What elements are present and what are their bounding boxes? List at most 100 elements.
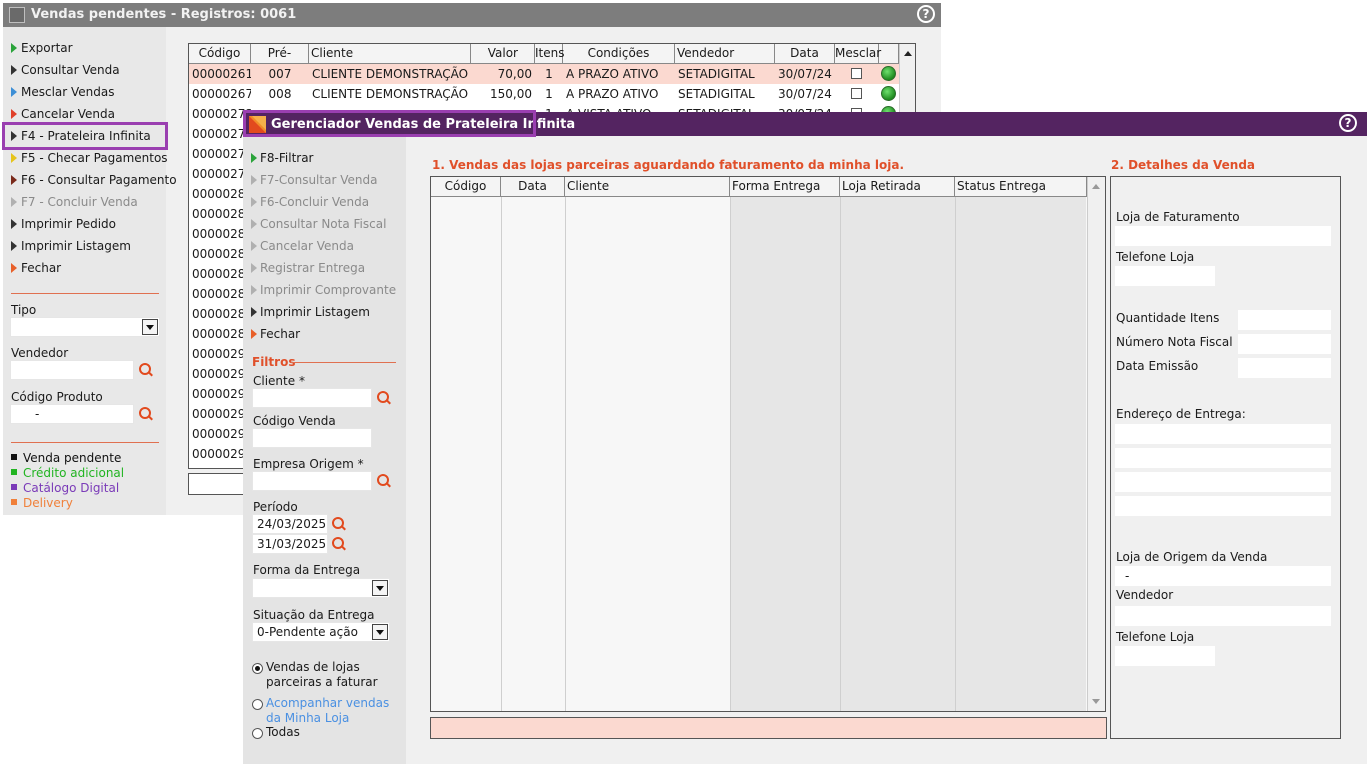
col-header-condicoes[interactable]: Condições bbox=[563, 44, 675, 64]
arrow-icon bbox=[251, 219, 257, 229]
radio-label[interactable]: Acompanhar vendas da Minha Loja bbox=[266, 696, 401, 726]
table-row[interactable]: 00000261 007 CLIENTE DEMONSTRAÇÃO 70,00 1 A P… bbox=[189, 64, 899, 84]
codigo-venda-input[interactable] bbox=[252, 428, 372, 448]
scroll-up-icon[interactable] bbox=[904, 51, 912, 56]
help-icon[interactable]: ? bbox=[917, 5, 935, 23]
menu-item-label: F6 - Consultar Pagamento bbox=[21, 173, 177, 187]
menu-item[interactable]: Fechar bbox=[251, 327, 300, 341]
vertical-scrollbar[interactable] bbox=[1087, 177, 1105, 711]
menu-item[interactable]: Imprimir Listagem bbox=[11, 239, 131, 257]
menu-item[interactable]: F7-Consultar Venda bbox=[251, 173, 377, 187]
vendedor-label: Vendedor bbox=[1116, 588, 1174, 602]
help-icon[interactable]: ? bbox=[1339, 114, 1357, 132]
radio-label[interactable]: Todas bbox=[266, 725, 401, 740]
endereco-entrega-label: Endereço de Entrega: bbox=[1116, 407, 1246, 421]
menu-item[interactable]: Mesclar Vendas bbox=[11, 85, 115, 103]
situacao-entrega-select[interactable]: 0-Pendente ação bbox=[252, 622, 390, 642]
menu-item[interactable]: F6-Concluir Venda bbox=[251, 195, 369, 209]
col-header-mesclar[interactable]: Mesclar bbox=[835, 44, 881, 64]
status-green-dot-icon bbox=[881, 86, 896, 101]
periodo-fim-input[interactable]: 31/03/2025 bbox=[252, 534, 328, 554]
col-header-codigo[interactable]: Código bbox=[431, 177, 501, 197]
menu-item[interactable]: F7 - Concluir Venda bbox=[11, 195, 138, 213]
highlight-fg-title bbox=[243, 110, 536, 137]
search-icon[interactable] bbox=[332, 537, 346, 551]
cell-data: 30/07/24 bbox=[778, 67, 832, 81]
status-bar-input[interactable] bbox=[430, 717, 1107, 739]
menu-item-label: Imprimir Listagem bbox=[21, 239, 131, 253]
col-header-cliente[interactable]: Cliente bbox=[565, 177, 730, 197]
table-header: Código Data Cliente Forma Entrega Loja R… bbox=[431, 177, 1087, 197]
search-icon[interactable] bbox=[332, 517, 346, 531]
mesclar-checkbox[interactable] bbox=[851, 68, 862, 79]
menu-item[interactable]: Imprimir Pedido bbox=[11, 217, 116, 235]
col-header-status-entrega[interactable]: Status Entrega bbox=[955, 177, 1087, 197]
menu-item[interactable]: Consultar Nota Fiscal bbox=[251, 217, 386, 231]
legend-label: Catálogo Digital bbox=[23, 481, 120, 495]
col-header-data[interactable]: Data bbox=[775, 44, 835, 64]
menu-item[interactable]: Cancelar Venda bbox=[251, 239, 354, 253]
cell-codigo: 00000261 bbox=[192, 67, 251, 81]
chevron-down-icon[interactable] bbox=[142, 319, 158, 335]
col-header-codigo[interactable]: Código bbox=[189, 44, 251, 64]
tipo-select[interactable] bbox=[10, 317, 160, 337]
legend-swatch bbox=[11, 469, 17, 475]
cliente-input[interactable] bbox=[252, 388, 372, 408]
codigo-produto-input[interactable]: - bbox=[10, 404, 134, 424]
search-icon[interactable] bbox=[377, 474, 391, 488]
menu-item[interactable]: Exportar bbox=[11, 41, 73, 59]
bg-status-input[interactable] bbox=[188, 473, 248, 495]
empresa-origem-input[interactable] bbox=[252, 471, 372, 491]
radio-button[interactable] bbox=[252, 699, 263, 710]
menu-item[interactable]: Imprimir Listagem bbox=[251, 305, 370, 319]
menu-item[interactable]: F6 - Consultar Pagamento bbox=[11, 173, 177, 191]
col-header-valor[interactable]: Valor bbox=[471, 44, 535, 64]
col-header-data[interactable]: Data bbox=[501, 177, 565, 197]
radio-label[interactable]: Vendas de lojas parceiras a faturar bbox=[266, 660, 401, 690]
chevron-down-icon[interactable] bbox=[372, 580, 388, 596]
menu-item[interactable]: F8-Filtrar bbox=[251, 151, 314, 165]
col-header-itens[interactable]: Itens bbox=[535, 44, 564, 64]
quantidade-itens-field bbox=[1238, 310, 1331, 330]
vendas-parceiras-table: Código Data Cliente Forma Entrega Loja R… bbox=[430, 176, 1106, 712]
cell-prevenda: 008 bbox=[268, 87, 292, 101]
forma-entrega-select[interactable] bbox=[252, 578, 390, 598]
divider bbox=[11, 442, 159, 443]
cell-codigo: 00000284 bbox=[192, 267, 251, 281]
prateleira-infinita-window: Gerenciador Vendas de Prateleira Infinit… bbox=[243, 112, 1367, 764]
menu-item[interactable]: F5 - Checar Pagamentos bbox=[11, 151, 168, 169]
legend-item: Delivery bbox=[11, 496, 73, 510]
col-header-forma-entrega[interactable]: Forma Entrega bbox=[730, 177, 840, 197]
menu-item[interactable]: Imprimir Comprovante bbox=[251, 283, 396, 297]
telefone-loja-field bbox=[1115, 266, 1215, 286]
arrow-icon bbox=[11, 43, 17, 53]
menu-item[interactable]: Consultar Venda bbox=[11, 63, 120, 81]
col-header-vendedor[interactable]: Vendedor bbox=[675, 44, 775, 64]
scroll-down-icon[interactable] bbox=[1092, 699, 1100, 704]
vendedor-input[interactable] bbox=[10, 360, 134, 380]
menu-item-label: Registrar Entrega bbox=[260, 261, 366, 275]
menu-item[interactable]: Fechar bbox=[11, 261, 61, 279]
col-header-loja-retirada[interactable]: Loja Retirada bbox=[840, 177, 955, 197]
cell-data: 30/07/24 bbox=[778, 87, 832, 101]
table-row[interactable]: 00000267 008 CLIENTE DEMONSTRAÇÃO 150,00 1 A … bbox=[189, 84, 899, 104]
arrow-icon bbox=[251, 329, 257, 339]
menu-item[interactable]: Registrar Entrega bbox=[251, 261, 365, 275]
periodo-inicio-input[interactable]: 24/03/2025 bbox=[252, 514, 328, 534]
arrow-icon bbox=[11, 65, 17, 75]
search-icon[interactable] bbox=[139, 363, 153, 377]
col-header-cliente[interactable]: Cliente bbox=[309, 44, 471, 64]
telefone-loja-label: Telefone Loja bbox=[1116, 250, 1195, 264]
radio-button[interactable] bbox=[252, 663, 263, 674]
radio-button[interactable] bbox=[252, 728, 263, 739]
cell-vendedor: SETADIGITAL bbox=[678, 87, 755, 101]
search-icon[interactable] bbox=[139, 407, 153, 421]
scroll-up-icon[interactable] bbox=[1092, 184, 1100, 189]
cell-valor: 70,00 bbox=[497, 67, 532, 81]
col-header-pre-venda[interactable]: Pré-Venda bbox=[251, 44, 309, 79]
data-emissao-field bbox=[1238, 358, 1331, 378]
chevron-down-icon[interactable] bbox=[372, 624, 388, 640]
mesclar-checkbox[interactable] bbox=[851, 88, 862, 99]
search-icon[interactable] bbox=[377, 391, 391, 405]
col-shade bbox=[955, 197, 1086, 711]
